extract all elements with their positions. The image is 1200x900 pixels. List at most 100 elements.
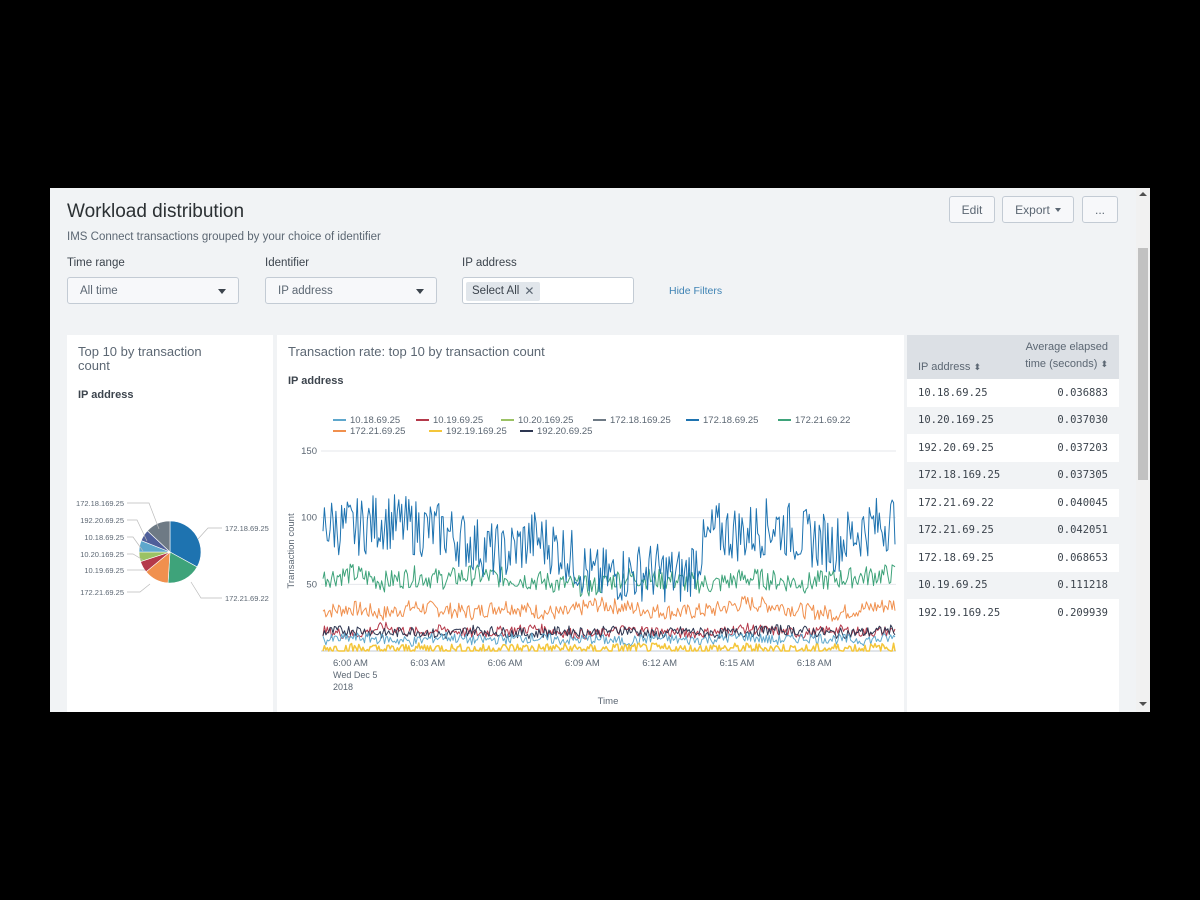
cell-ip: 192.19.169.25 [918,606,1001,619]
table-row[interactable]: 172.21.69.25 0.042051 [907,516,1119,544]
cell-ip: 10.18.69.25 [918,386,988,399]
edit-button[interactable]: Edit [949,196,995,223]
select-all-token-label: Select All [472,285,520,297]
x-axis-label: Time [598,696,619,707]
legend-label: 192.20.69.25 [537,426,592,437]
cell-time: 0.111218 [1012,571,1119,599]
remove-token-icon[interactable]: ✕ [524,284,534,298]
table-row[interactable]: 192.20.69.25 0.037203 [907,434,1119,462]
table-row[interactable]: 172.21.69.22 0.040045 [907,489,1119,517]
elapsed-time-table-panel: IP address ⬍ Average elapsed time (second… [907,335,1119,712]
sort-icon: ⬍ [1100,359,1108,369]
cell-time: 0.209939 [1057,606,1108,619]
cell-time: 0.040045 [1057,496,1108,509]
column-header-elapsed-line2: time (seconds) [1025,358,1098,370]
page-title: Workload distribution [67,201,245,222]
scroll-down-icon[interactable] [1139,702,1147,706]
cell-time: 0.068653 [1057,551,1108,564]
legend-label: 172.18.69.25 [703,415,758,426]
pie-leader-line [197,527,222,540]
column-header-ip-label: IP address [918,361,971,373]
x-tick-label: 6:06 AM [488,658,523,669]
x-tick-label: 6:00 AM [333,658,368,669]
pie-leader-line [127,583,151,593]
dashboard-content: Workload distribution IMS Connect transa… [50,188,1136,712]
legend-label: 10.19.69.25 [433,415,483,426]
table-row[interactable]: 172.18.69.25 0.068653 [907,544,1119,572]
column-header-ip[interactable]: IP address ⬍ [907,335,1013,379]
edit-button-label: Edit [961,202,983,217]
table-row[interactable]: 10.20.169.25 0.037030 [907,406,1119,434]
vertical-scrollbar[interactable] [1136,188,1150,712]
line-chart[interactable]: 10.18.69.25 10.19.69.25 10.20.169.25 172.18… [277,335,904,712]
pie-slice-label: 10.20.169.25 [80,550,124,559]
pie-leader-line [190,581,222,599]
x-tick-label: 6:09 AM [565,658,600,669]
cell-time: 0.037030 [1012,406,1119,434]
more-actions-button[interactable]: ... [1082,196,1118,223]
x-tick-label: 6:03 AM [410,658,445,669]
pie-slice-label: 172.21.69.25 [80,588,124,597]
cell-time: 0.037203 [1057,441,1108,454]
series-line [322,595,896,622]
legend-label: 10.20.169.25 [518,415,573,426]
export-button-label: Export [1015,202,1050,217]
legend-label: 172.21.69.25 [350,426,405,437]
pie-chart-panel: Top 10 by transaction count IP address 1… [67,335,273,712]
more-actions-label: ... [1094,202,1105,217]
cell-ip: 10.19.69.25 [907,571,1013,599]
column-header-elapsed[interactable]: Average elapsed time (seconds) ⬍ [1012,335,1119,379]
pie-panel-subtitle: IP address [78,389,134,401]
scroll-up-icon[interactable] [1139,192,1147,196]
caret-down-icon [1054,207,1061,212]
time-range-label: Time range [67,257,125,269]
cell-ip: 172.18.69.25 [918,551,994,564]
cell-time: 0.036883 [1057,386,1108,399]
x-tick-label: 6:18 AM [797,658,832,669]
dashboard-window: Workload distribution IMS Connect transa… [50,188,1150,712]
series-line [322,631,896,647]
pie-slice-label: 10.19.69.25 [84,566,124,575]
cell-ip: 172.18.169.25 [907,461,1013,489]
table-row[interactable]: 10.19.69.25 0.111218 [907,571,1119,599]
cell-ip: 172.21.69.22 [918,496,994,509]
pie-slice-label: 192.20.69.25 [80,516,124,525]
hide-filters-link[interactable]: Hide Filters [669,285,722,297]
page-subtitle: IMS Connect transactions grouped by your… [67,231,381,243]
identifier-label: Identifier [265,257,310,269]
x-tick-label: 6:12 AM [642,658,677,669]
time-range-dropdown[interactable]: All time [67,277,239,304]
legend-label: 10.18.69.25 [350,415,400,426]
dropdown-arrow-icon [218,289,226,294]
ip-address-label: IP address [462,257,517,269]
cell-ip: 10.20.169.25 [907,406,1013,434]
line-chart-panel: Transaction rate: top 10 by transaction … [277,335,904,712]
x-tick-date-label: Wed Dec 5 [333,670,377,680]
ip-address-multiselect[interactable]: Select All ✕ [462,277,634,304]
table-row[interactable]: 10.18.69.25 0.036883 [907,379,1119,407]
pie-slice-label: 172.21.69.22 [225,594,269,603]
table-row[interactable]: 172.18.169.25 0.037305 [907,461,1119,489]
cell-ip: 172.21.69.25 [907,516,1013,544]
table-row[interactable]: 192.19.169.25 0.209939 [907,599,1119,627]
legend-label: 172.18.169.25 [610,415,671,426]
export-button[interactable]: Export [1002,196,1074,223]
x-tick-year-label: 2018 [333,682,353,692]
y-axis-label: Transaction count [286,513,297,589]
legend-label: 192.19.169.25 [446,426,507,437]
sort-icon: ⬍ [973,362,981,372]
elapsed-time-table: IP address ⬍ Average elapsed time (second… [907,335,1119,627]
y-tick-label: 100 [301,513,317,524]
dropdown-arrow-icon [416,289,424,294]
select-all-token[interactable]: Select All ✕ [466,281,541,301]
legend-label: 172.21.69.22 [795,415,850,426]
pie-chart[interactable]: 172.18.69.25 172.21.69.22 172.21.69.25 10.1… [67,445,273,705]
column-header-elapsed-line1: Average elapsed [1025,341,1108,353]
series-line [322,642,896,652]
identifier-value: IP address [278,284,333,297]
identifier-dropdown[interactable]: IP address [265,277,437,304]
y-tick-label: 150 [301,446,317,457]
scrollbar-thumb[interactable] [1138,248,1148,480]
cell-time: 0.042051 [1012,516,1119,544]
cell-ip: 192.20.69.25 [918,441,994,454]
